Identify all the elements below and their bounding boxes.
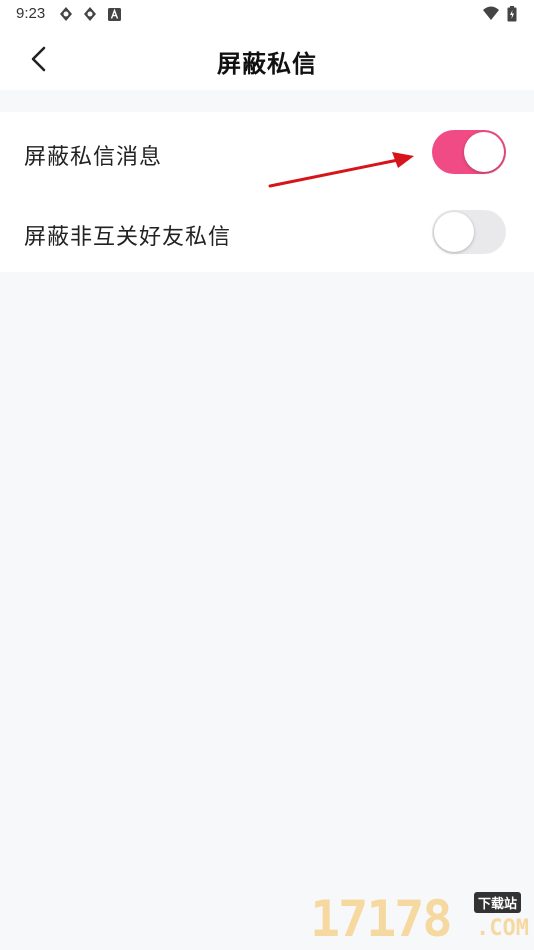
toggle-knob — [464, 132, 504, 172]
status-time: 9:23 — [16, 5, 46, 22]
block-messages-toggle[interactable] — [432, 130, 506, 174]
setting-label: 屏蔽非互关好友私信 — [24, 225, 232, 250]
toggle-knob — [434, 212, 474, 252]
settings-list: 屏蔽私信消息 屏蔽非互关好友私信 — [0, 112, 534, 272]
nav-bar: 屏蔽私信 — [0, 28, 534, 90]
watermark-badge: 下载站 — [474, 892, 522, 913]
battery-icon — [507, 6, 517, 22]
watermark-logo: 17178 下载站 .COM — [310, 890, 534, 950]
shield-icon — [84, 7, 96, 21]
status-bar: 9:23 — [0, 0, 534, 28]
watermark-number: 17178 — [310, 890, 453, 948]
page-title: 屏蔽私信 — [217, 50, 317, 78]
shield-icon — [60, 7, 72, 21]
watermark-suffix: .COM — [476, 916, 529, 941]
block-non-mutual-toggle[interactable] — [432, 210, 506, 254]
setting-label: 屏蔽私信消息 — [24, 145, 163, 170]
a-icon — [108, 8, 121, 21]
wifi-icon — [483, 6, 499, 20]
setting-row-block-non-mutual: 屏蔽非互关好友私信 — [0, 192, 534, 272]
annotation-arrow-icon — [268, 152, 414, 188]
